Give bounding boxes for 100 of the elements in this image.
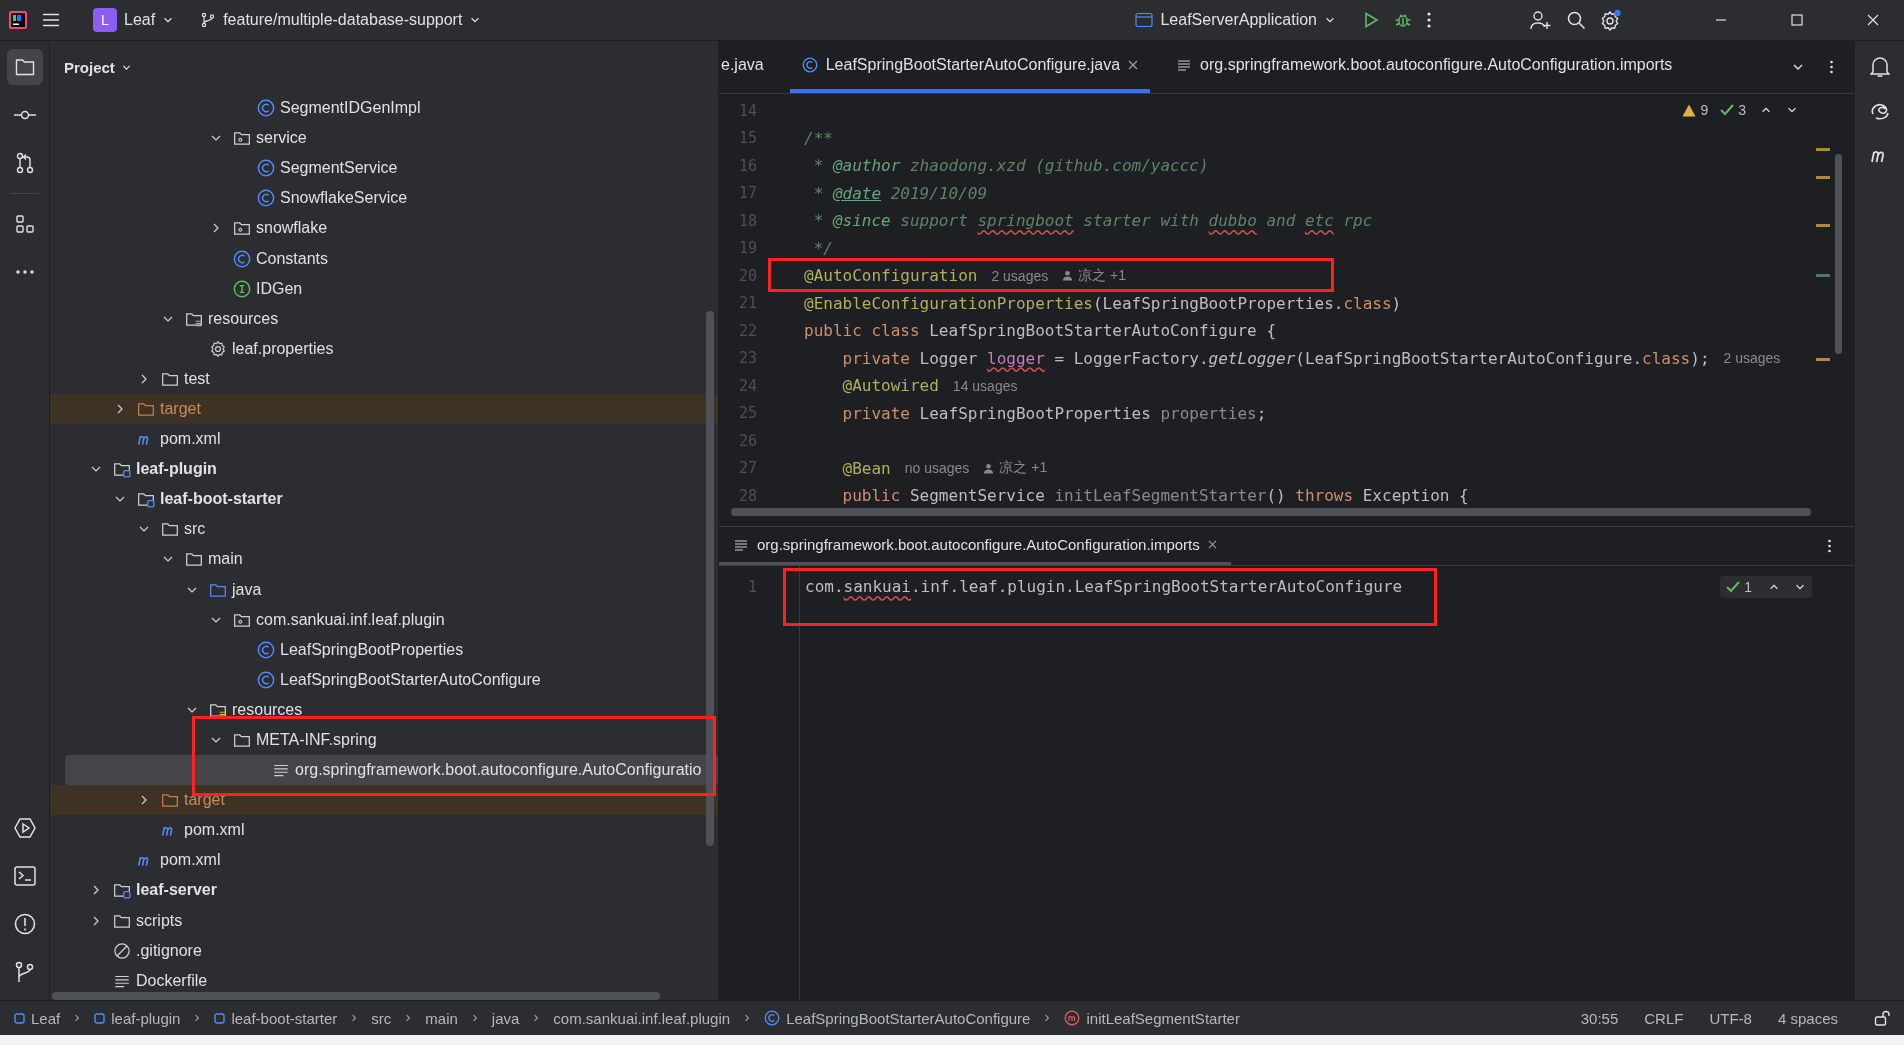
module-folder-icon	[113, 460, 131, 479]
run-configuration-selector[interactable]: LeafServerApplication	[1129, 8, 1342, 32]
tree-item[interactable]: com.sankuai.inf.leaf.plugin	[50, 604, 718, 635]
class-icon	[257, 640, 275, 659]
editor-tab[interactable]: org.springframework.boot.autoconfigure.AutoConfiguration.imports	[719, 527, 1231, 565]
breadcrumb[interactable]: leaf-plugin	[94, 1009, 181, 1027]
warning-count[interactable]: 9	[1700, 102, 1709, 118]
tree-item[interactable]: resources	[50, 694, 718, 725]
project-view-title[interactable]: Project	[64, 58, 132, 76]
tree-item-label: org.springframework.boot.autoconfigure.AutoConfiguratio	[295, 761, 702, 780]
project-selector[interactable]: L Leaf	[89, 5, 181, 35]
close-icon[interactable]	[1128, 60, 1139, 70]
tree-item[interactable]: service	[50, 123, 718, 154]
status-item[interactable]: CRLF	[1644, 1009, 1684, 1027]
tree-item[interactable]: pom.xml	[50, 424, 718, 455]
method-icon	[1064, 1010, 1081, 1026]
project-tool-button[interactable]	[6, 49, 43, 85]
editor-tab[interactable]: LeafSpringBootStarterAutoConfigure.java	[789, 41, 1151, 93]
tree-item[interactable]: leaf-server	[50, 875, 718, 906]
code-line: * @date 2019/10/09	[812, 183, 988, 203]
tree-item[interactable]: snowflake	[50, 213, 718, 244]
scrollbar[interactable]	[52, 992, 660, 1000]
tree-item[interactable]: src	[50, 514, 718, 545]
usages-hint[interactable]: 14 usages	[952, 377, 1018, 394]
breadcrumb[interactable]: leaf-boot-starter	[214, 1009, 338, 1027]
branch-selector[interactable]: feature/multiple-database-support	[194, 8, 488, 32]
status-item[interactable]: 4 spaces	[1777, 1009, 1838, 1027]
unlocked-padlock-icon[interactable]	[1874, 1010, 1890, 1026]
tree-item-label: SegmentService	[280, 159, 398, 178]
class-icon	[257, 159, 275, 178]
close-icon[interactable]	[1207, 540, 1217, 549]
run-icon[interactable]	[1362, 11, 1380, 29]
more-icon[interactable]	[1829, 59, 1834, 75]
check-count[interactable]: 1	[1744, 579, 1752, 595]
tree-item-label: IDGen	[256, 279, 303, 298]
debug-bug-icon[interactable]	[1394, 11, 1412, 29]
checkmark-icon	[1720, 103, 1735, 117]
settings-icon[interactable]	[1600, 9, 1622, 31]
tree-item[interactable]: scripts	[50, 905, 718, 936]
breadcrumb[interactable]: src	[371, 1009, 392, 1027]
class-icon	[257, 99, 275, 118]
usages-hint[interactable]: 2 usages	[991, 267, 1049, 284]
breadcrumb[interactable]: Leaf	[14, 1009, 61, 1027]
pull-request-icon	[14, 152, 35, 174]
tree-item[interactable]: SegmentService	[50, 153, 718, 184]
terminal-icon	[13, 866, 36, 886]
breadcrumb[interactable]: LeafSpringBootStarterAutoConfigure	[764, 1009, 1031, 1027]
tree-item[interactable]: Constants	[50, 243, 718, 274]
tree-item[interactable]: .gitignore	[50, 935, 718, 966]
tree-item[interactable]: LeafSpringBootStarterAutoConfigure	[50, 664, 718, 695]
branch-icon	[200, 12, 217, 28]
tree-item[interactable]: leaf-plugin	[50, 454, 718, 485]
scrollbar[interactable]	[706, 311, 714, 846]
tree-item[interactable]: SnowflakeService	[50, 183, 718, 214]
usages-hint[interactable]: 2 usages	[1723, 350, 1781, 367]
git-branch-icon	[14, 961, 35, 983]
class-icon	[257, 670, 275, 689]
status-item[interactable]: UTF-8	[1709, 1009, 1752, 1027]
tree-item[interactable]: META-INF.spring	[50, 724, 718, 756]
code-line: @Bean	[841, 458, 891, 478]
code-line: /**	[804, 128, 833, 148]
tree-item[interactable]: IDGen	[50, 273, 718, 304]
add-user-icon[interactable]	[1530, 10, 1552, 30]
tree-item[interactable]: main	[50, 544, 718, 575]
editor-tab[interactable]: org.springframework.boot.autoconfigure.AutoConfiguration.imports	[1164, 41, 1685, 93]
more-icon[interactable]	[1827, 538, 1832, 554]
tree-item[interactable]: java	[50, 574, 718, 605]
author-hint[interactable]: 凉之 +1	[1078, 266, 1127, 285]
tree-item-label: service	[256, 129, 307, 148]
tree-item[interactable]: pom.xml	[50, 845, 718, 876]
breadcrumb[interactable]: java	[491, 1009, 520, 1027]
tree-item[interactable]: resources	[50, 303, 718, 334]
breadcrumb[interactable]: com.sankuai.inf.leaf.plugin	[553, 1009, 731, 1027]
tree-item[interactable]: pom.xml	[50, 815, 718, 846]
editor-tab[interactable]: e.java	[719, 41, 776, 93]
more-icon[interactable]	[1426, 11, 1432, 29]
tree-item[interactable]: SegmentIDGenImpl	[50, 93, 718, 124]
status-item[interactable]: 30:55	[1580, 1009, 1619, 1027]
search-icon[interactable]	[1566, 10, 1586, 30]
tree-item[interactable]: leaf.properties	[50, 333, 718, 364]
tree-item[interactable]: Dockerfile	[50, 965, 718, 996]
tree-item[interactable]: leaf-boot-starter	[50, 484, 718, 515]
tree-item-label: leaf.properties	[232, 339, 334, 358]
tree-item-label: LeafSpringBootProperties	[280, 640, 464, 659]
tree-item[interactable]: test	[50, 363, 718, 394]
check-count[interactable]: 3	[1738, 102, 1746, 118]
author-hint[interactable]: 凉之 +1	[999, 459, 1048, 478]
class-icon	[764, 1010, 781, 1026]
package-folder-icon	[233, 129, 251, 148]
breadcrumb[interactable]: main	[425, 1009, 458, 1027]
code-line: public SegmentService initLeafSegmentStarter() throws Exception {	[841, 486, 1469, 506]
person-icon	[1062, 270, 1074, 282]
usages-hint[interactable]: no usages	[904, 460, 970, 477]
breadcrumb[interactable]: initLeafSegmentStarter	[1064, 1009, 1240, 1027]
scrollbar[interactable]	[1835, 154, 1842, 354]
selected-tree-item[interactable]: org.springframework.boot.autoconfigure.AutoConfiguratio	[65, 755, 718, 786]
maximize-icon[interactable]	[1791, 14, 1803, 26]
tree-item[interactable]: LeafSpringBootProperties	[50, 634, 718, 665]
tree-item[interactable]: target	[50, 393, 718, 425]
scrollbar[interactable]	[731, 508, 1811, 516]
